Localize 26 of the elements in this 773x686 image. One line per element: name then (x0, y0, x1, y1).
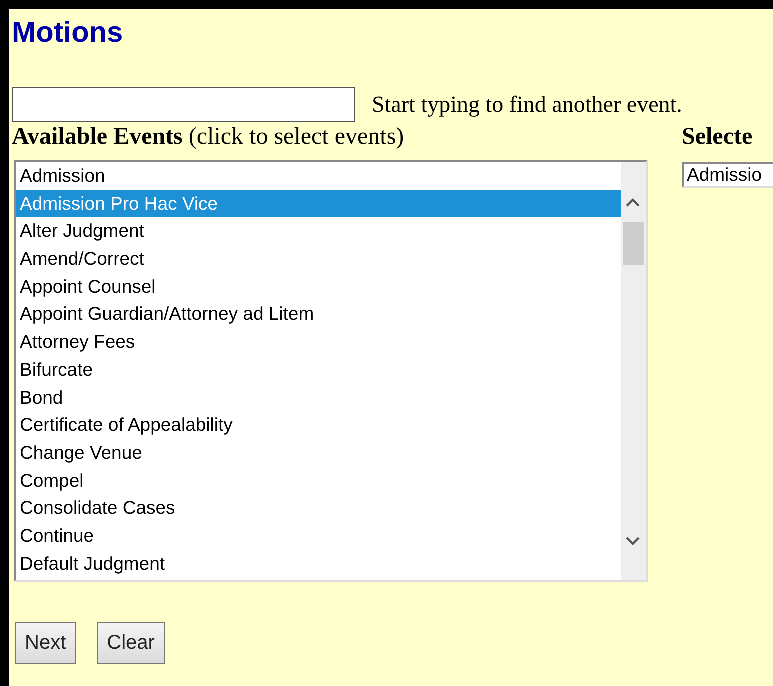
scroll-up-icon[interactable] (626, 198, 640, 208)
event-option[interactable]: Appoint Counsel (16, 272, 621, 300)
event-option[interactable]: Compel (16, 466, 621, 494)
form-button[interactable]: Clear (97, 622, 165, 664)
event-option[interactable]: Certificate of Appealability (16, 411, 621, 439)
event-option[interactable]: Amend/Correct (16, 245, 621, 273)
event-option[interactable]: Admission (16, 162, 621, 190)
event-option[interactable]: Appoint Guardian/Attorney ad Litem (16, 300, 621, 328)
scroll-thumb[interactable] (623, 222, 644, 265)
selected-events-heading: Selecte (682, 123, 754, 152)
search-field[interactable] (12, 87, 355, 122)
events-listbox[interactable] (14, 160, 648, 582)
event-option[interactable]: Bond (16, 384, 621, 412)
event-option[interactable]: Alter Judgment (16, 217, 621, 246)
event-option[interactable]: Bifurcate (16, 356, 621, 384)
event-option[interactable]: Consolidate Cases (16, 494, 621, 522)
available-events-heading: Available Events (click to select events) (12, 123, 406, 152)
event-option[interactable]: Continue (16, 522, 621, 550)
event-option[interactable]: Attorney Fees (16, 328, 621, 356)
scroll-down-icon[interactable] (626, 536, 640, 546)
event-option[interactable]: Default Judgment (16, 550, 621, 578)
form-button[interactable]: Next (15, 622, 76, 664)
page-title: Motions (12, 16, 124, 51)
event-option[interactable]: Change Venue (16, 438, 621, 467)
scrollbar[interactable] (621, 162, 646, 580)
search-hint: Start typing to find another event. (372, 92, 682, 118)
